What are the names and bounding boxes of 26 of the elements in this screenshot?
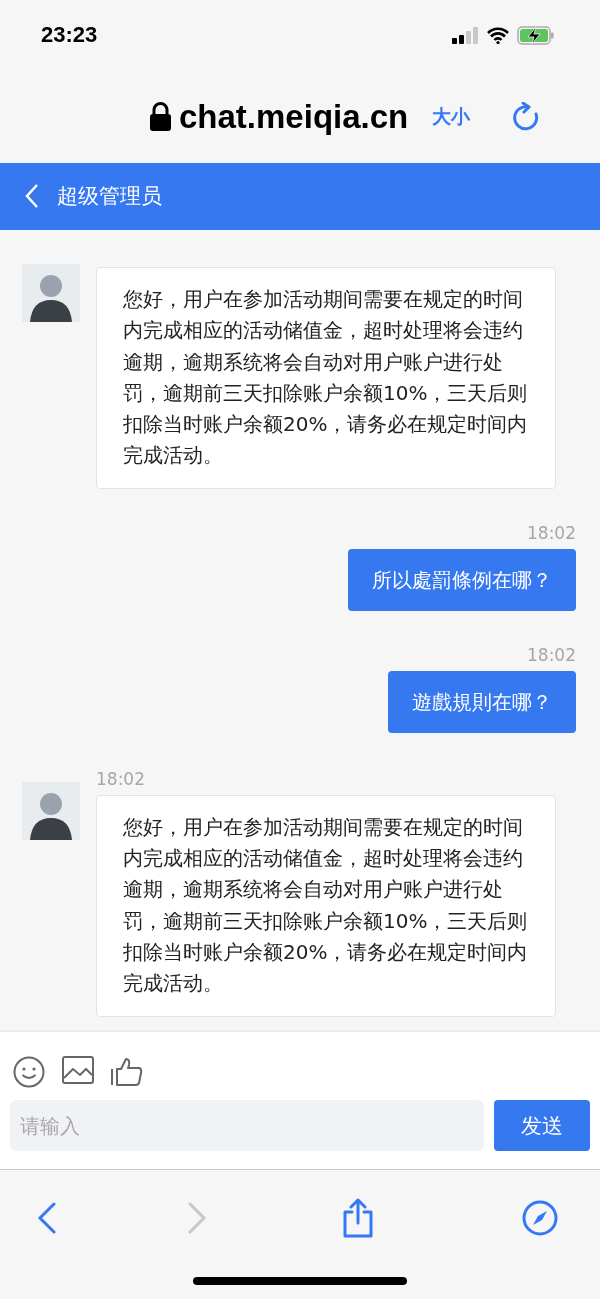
image-icon[interactable] xyxy=(62,1056,94,1084)
avatar xyxy=(22,781,80,840)
avatar xyxy=(22,264,80,322)
message-time: 18:02 xyxy=(527,522,576,543)
message-time: 18:02 xyxy=(96,768,145,789)
clock-time: 23:23 xyxy=(41,22,98,48)
user-message: 所以處罰條例在哪？ xyxy=(348,548,576,611)
battery-charging-icon xyxy=(517,25,554,45)
wifi-icon xyxy=(487,26,509,44)
chat-title: 超级管理员 xyxy=(57,183,162,209)
url-text[interactable]: chat.meiqia.cn xyxy=(179,97,409,136)
send-button[interactable]: 发送 xyxy=(494,1100,590,1151)
compass-icon[interactable] xyxy=(522,1200,558,1236)
reload-icon[interactable] xyxy=(512,101,540,132)
text-size-button[interactable]: 大小 xyxy=(432,103,471,130)
signal-icon xyxy=(452,26,479,44)
lock-icon xyxy=(150,102,171,131)
agent-message: 您好，用户在参加活动期间需要在规定的时间内完成相应的活动储值金，超时处理将会违约逾期，逾期系统将会自动对用户账户进行处罚，逾期前三天扣除账户余额10%，三天后则扣除当时账户余额20%，请务必在规定时间内完成活动。 xyxy=(96,794,556,1017)
thumbs-up-icon[interactable] xyxy=(111,1056,143,1086)
message-time: 18:02 xyxy=(527,644,576,665)
user-message: 遊戲規則在哪？ xyxy=(388,670,576,733)
back-icon[interactable] xyxy=(37,1202,57,1234)
message-input[interactable]: 请输入 xyxy=(10,1100,484,1151)
share-icon[interactable] xyxy=(342,1198,374,1238)
agent-message: 您好，用户在参加活动期间需要在规定的时间内完成相应的活动储值金，超时处理将会违约逾期，逾期系统将会自动对用户账户进行处罚，逾期前三天扣除账户余额10%，三天后则扣除当时账户余额20%，请务必在规定时间内完成活动。 xyxy=(96,267,556,489)
emoji-icon[interactable] xyxy=(13,1056,45,1088)
